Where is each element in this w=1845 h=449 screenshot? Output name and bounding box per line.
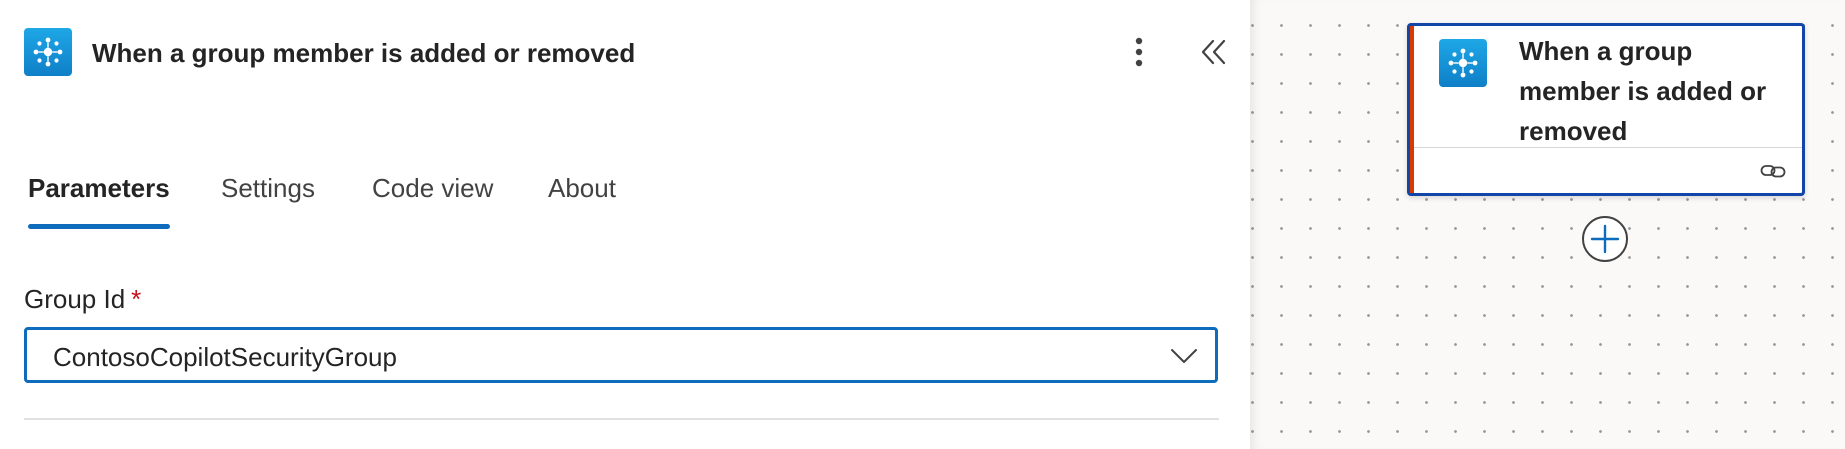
active-tab-indicator (28, 224, 170, 229)
tab-parameters[interactable]: Parameters (28, 170, 170, 232)
tab-label: Parameters (28, 173, 170, 203)
required-indicator: * (131, 284, 142, 314)
tab-label: Settings (221, 173, 315, 203)
group-id-value: ContosoCopilotSecurityGroup (53, 342, 397, 372)
tab-label: About (548, 173, 616, 203)
tab-about[interactable]: About (548, 170, 616, 232)
card-divider (1414, 147, 1802, 148)
group-connector-icon (24, 28, 72, 76)
card-title: When a group member is added or removed (1519, 36, 1767, 146)
group-connector-icon (1439, 39, 1487, 87)
link-icon[interactable] (1760, 159, 1786, 183)
chevron-down-icon (1171, 349, 1197, 363)
more-vertical-icon (1135, 37, 1143, 67)
tab-label: Code view (372, 173, 494, 203)
trigger-card[interactable]: When a group member is added or removed (1407, 23, 1805, 196)
group-id-dropdown[interactable]: ContosoCopilotSecurityGroup (24, 327, 1218, 383)
collapse-panel-button[interactable] (1196, 32, 1232, 72)
trigger-details-panel: When a group member is added or removed … (0, 0, 1250, 449)
double-chevron-left-icon (1201, 39, 1226, 65)
card-status-accent (1410, 26, 1414, 193)
section-divider (24, 418, 1219, 420)
tab-settings[interactable]: Settings (221, 170, 315, 232)
flow-designer-canvas[interactable]: When a group member is added or removed (1250, 0, 1845, 449)
add-circle-icon[interactable] (1581, 215, 1629, 263)
group-id-label-text: Group Id (24, 284, 126, 314)
more-options-button[interactable] (1122, 30, 1156, 74)
tab-code-view[interactable]: Code view (372, 170, 493, 232)
group-id-label: Group Id * (24, 284, 141, 315)
panel-title: When a group member is added or removed (92, 38, 636, 68)
